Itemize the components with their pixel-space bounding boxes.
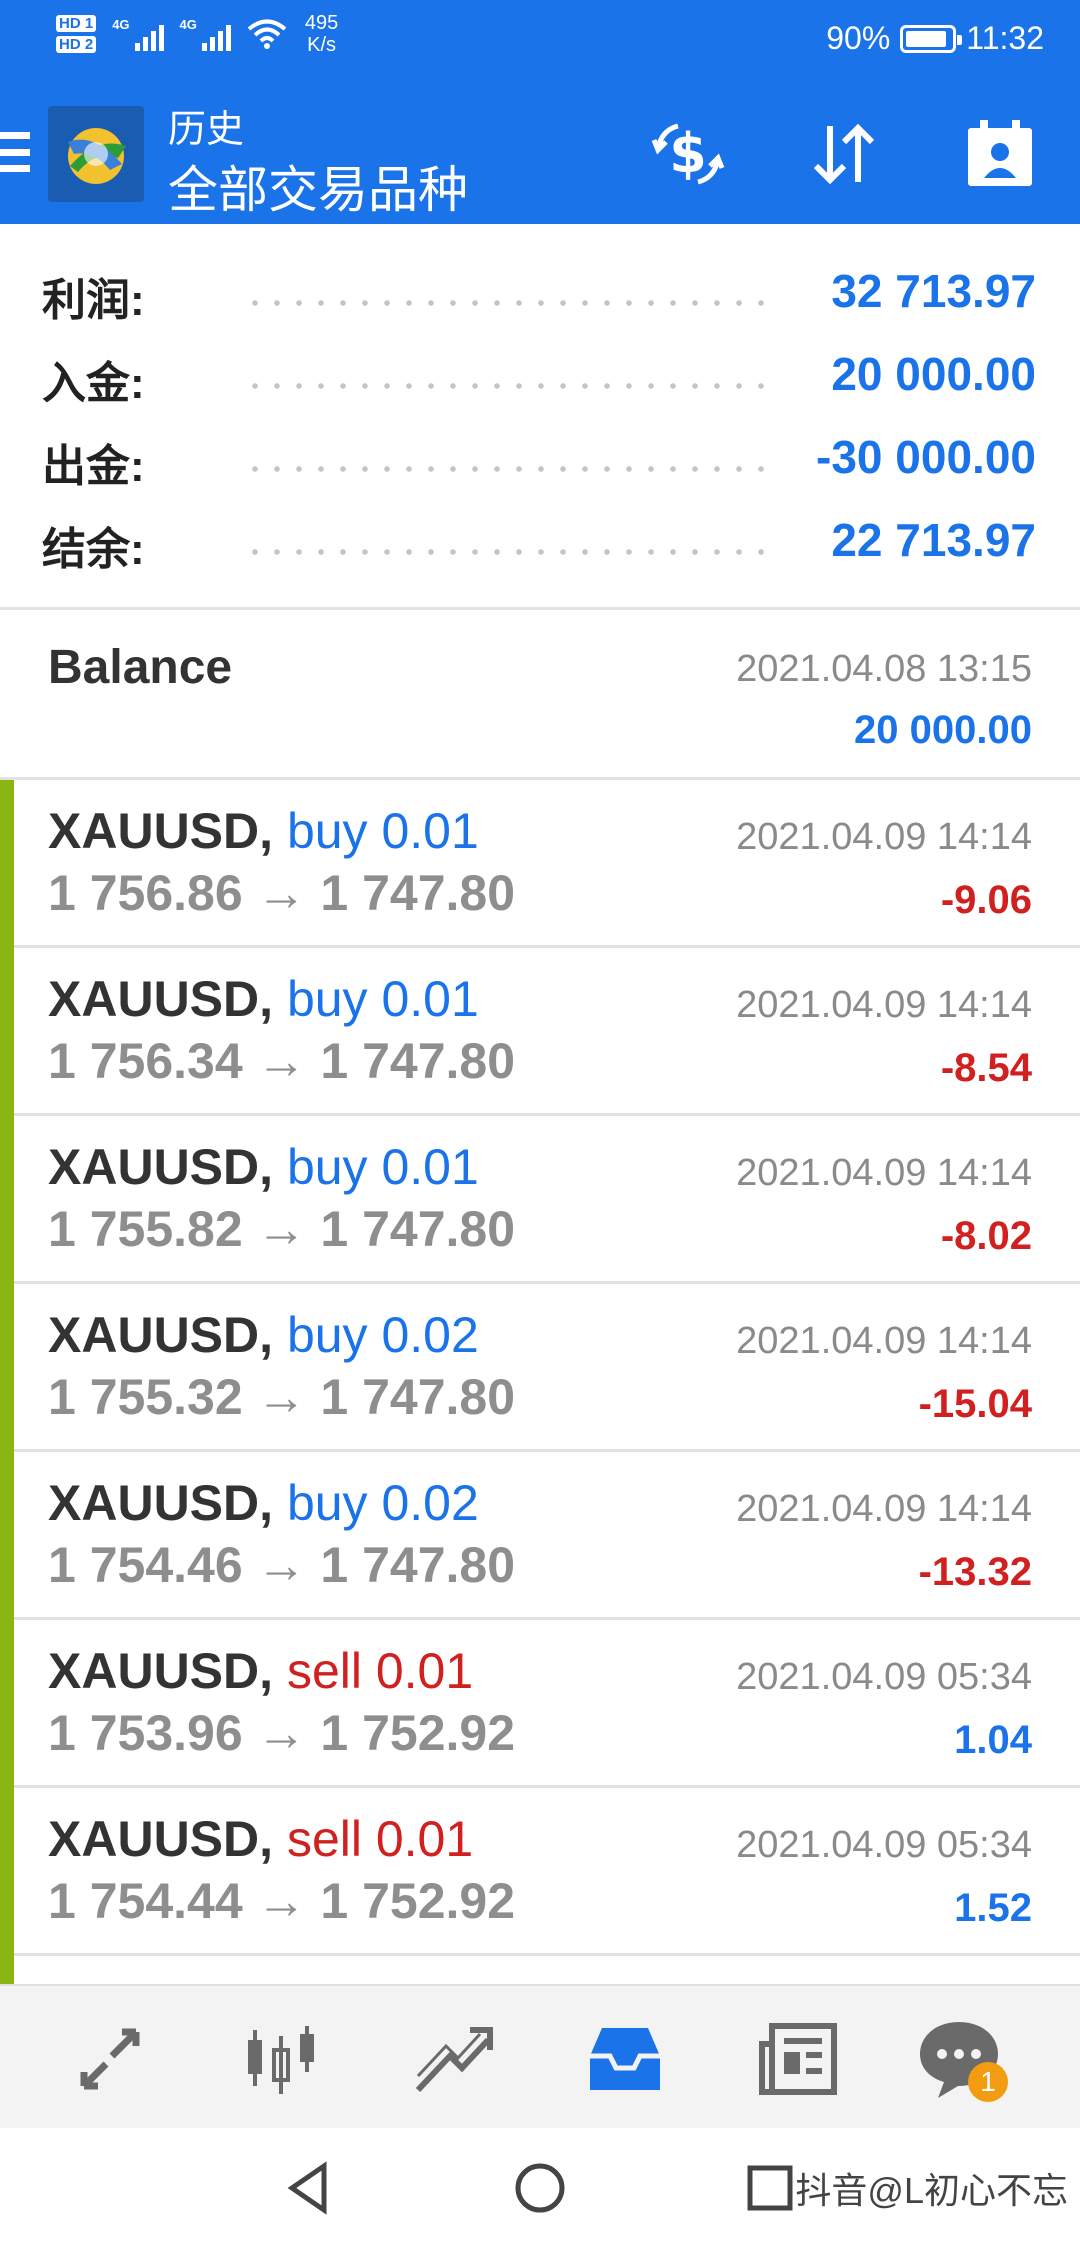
svg-text:$: $	[669, 122, 707, 185]
title-symbol-selector[interactable]: 全部交易品种	[168, 150, 468, 222]
hd1-badge: HD 1	[56, 15, 97, 32]
trade-row[interactable]: XAUUSD, sell 0.01 1 753.96 → 1 752.92 20…	[0, 1620, 1080, 1788]
trade-row[interactable]: XAUUSD, buy 0.01 1 756.34 → 1 747.80 202…	[0, 948, 1080, 1116]
sort-icon[interactable]	[804, 114, 884, 194]
chart-icon[interactable]	[238, 2016, 324, 2102]
summary-row-withdrawal: 出金: -30 000.00	[42, 431, 1036, 491]
trade-symbol: XAUUSD,	[48, 1643, 274, 1699]
title-small: 历史	[168, 109, 245, 151]
trade-time: 2021.04.09 14:14	[736, 984, 1032, 1026]
battery-percent: 90%	[826, 20, 891, 56]
trade-prices: 1 756.86 → 1 747.80	[48, 865, 516, 921]
signal1-icon: 4G	[112, 17, 164, 51]
trade-row[interactable]: XAUUSD, buy 0.01 1 756.86 → 1 747.80 202…	[0, 780, 1080, 948]
menu-icon[interactable]	[0, 132, 30, 172]
trade-profit: -13.32	[918, 1550, 1032, 1594]
summary-row-deposit: 入金: 20 000.00	[42, 348, 1036, 408]
trade-side: buy 0.02	[286, 1307, 479, 1363]
app-bar: 历史 全部交易品种 $	[0, 80, 1080, 224]
trade-time: 2021.04.09 14:14	[736, 1488, 1032, 1530]
status-right: 90% 11:32	[826, 20, 1044, 57]
trade-profit: -8.54	[940, 1046, 1032, 1090]
trade-side: buy 0.01	[286, 971, 479, 1027]
trade-symbol: XAUUSD,	[48, 971, 274, 1027]
trade-profit: -9.06	[940, 878, 1032, 922]
trade-prices: 1 755.82 → 1 747.80	[48, 1201, 516, 1257]
status-bar: HD 1 HD 2 4G 4G 495 K/s 90% 11:32	[0, 0, 1080, 80]
trade-row[interactable]: XAUUSD, buy 0.02 1 754.46 → 1 747.80 202…	[0, 1452, 1080, 1620]
balance-time: 2021.04.08 13:15	[736, 648, 1032, 690]
trade-side: buy 0.01	[286, 1139, 479, 1195]
trade-symbol: XAUUSD,	[48, 1139, 274, 1195]
trade-row-partial[interactable]	[0, 1956, 1080, 1984]
back-icon[interactable]	[280, 2158, 340, 2218]
trade-symbol: XAUUSD,	[48, 1475, 274, 1531]
trade-time: 2021.04.09 14:14	[736, 1320, 1032, 1362]
quotes-icon[interactable]	[66, 2016, 152, 2102]
summary-panel: 利润: 32 713.97 入金: 20 000.00 出金: -30 000.…	[0, 224, 1080, 610]
wifi-icon	[247, 19, 287, 49]
bottom-navigation: 1	[0, 1984, 1080, 2128]
balance-amount: 20 000.00	[854, 708, 1032, 752]
system-navigation: 抖音@L初心不忘	[0, 2128, 1080, 2244]
trade-icon[interactable]	[410, 2016, 496, 2102]
trade-time: 2021.04.09 05:34	[736, 1824, 1032, 1866]
battery-icon	[900, 24, 963, 53]
trade-prices: 1 755.32 → 1 747.80	[48, 1369, 516, 1425]
trade-prices: 1 754.44 → 1 752.92	[48, 1873, 516, 1929]
trade-time: 2021.04.09 14:14	[736, 816, 1032, 858]
trade-prices: 1 756.34 → 1 747.80	[48, 1033, 516, 1089]
trade-time: 2021.04.09 05:34	[736, 1656, 1032, 1698]
signal2-icon: 4G	[180, 17, 231, 51]
clock: 11:32	[966, 20, 1044, 56]
trade-symbol: XAUUSD,	[48, 1307, 274, 1363]
trade-profit: -8.02	[940, 1214, 1032, 1258]
hd2-badge: HD 2	[56, 36, 97, 53]
trade-profit: -15.04	[918, 1382, 1032, 1426]
balance-entry[interactable]: Balance 2021.04.08 13:15 20 000.00	[0, 610, 1080, 780]
trade-list[interactable]: XAUUSD, buy 0.01 1 756.86 → 1 747.80 202…	[0, 780, 1080, 1984]
trade-side: sell 0.01	[286, 1811, 474, 1867]
recents-icon[interactable]	[740, 2158, 800, 2218]
currency-exchange-icon[interactable]: $	[648, 114, 728, 194]
trade-side: buy 0.01	[286, 803, 479, 859]
history-icon[interactable]	[582, 2016, 668, 2102]
app-logo	[48, 106, 144, 202]
trade-symbol: XAUUSD,	[48, 1811, 274, 1867]
trade-row[interactable]: XAUUSD, buy 0.01 1 755.82 → 1 747.80 202…	[0, 1116, 1080, 1284]
home-icon[interactable]	[510, 2158, 570, 2218]
watermark: 抖音@L初心不忘	[795, 2170, 1068, 2211]
trade-row[interactable]: XAUUSD, buy 0.02 1 755.32 → 1 747.80 202…	[0, 1284, 1080, 1452]
trade-row[interactable]: XAUUSD, sell 0.01 1 754.44 → 1 752.92 20…	[0, 1788, 1080, 1956]
trade-symbol: XAUUSD,	[48, 803, 274, 859]
news-icon[interactable]	[756, 2016, 842, 2102]
status-left: HD 1 HD 2 4G 4G 495 K/s	[56, 12, 338, 56]
trade-time: 2021.04.09 14:14	[736, 1152, 1032, 1194]
calendar-account-icon[interactable]	[960, 114, 1040, 194]
trade-profit: 1.52	[954, 1886, 1032, 1930]
trade-profit: 1.04	[954, 1718, 1032, 1762]
hd-indicators: HD 1 HD 2	[56, 15, 97, 53]
summary-row-balance: 结余: 22 713.97	[42, 514, 1036, 574]
network-speed: 495 K/s	[304, 12, 339, 56]
summary-row-profit: 利润: 32 713.97	[42, 265, 1036, 325]
top-bar: HD 1 HD 2 4G 4G 495 K/s 90% 11:32 历史 全部交…	[0, 0, 1080, 224]
chat-badge: 1	[968, 2062, 1008, 2102]
chat-icon[interactable]: 1	[916, 2016, 1008, 2102]
trade-prices: 1 754.46 → 1 747.80	[48, 1537, 516, 1593]
trade-side: sell 0.01	[286, 1643, 474, 1699]
trade-prices: 1 753.96 → 1 752.92	[48, 1705, 516, 1761]
balance-label: Balance	[48, 641, 233, 694]
trade-side: buy 0.02	[286, 1475, 479, 1531]
